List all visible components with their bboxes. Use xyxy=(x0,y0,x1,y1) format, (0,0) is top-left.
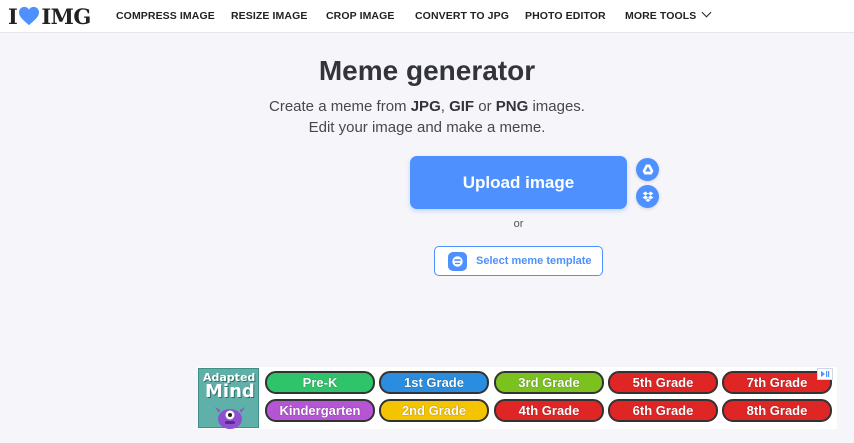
grade-button-3rd[interactable]: 3rd Grade xyxy=(494,371,604,394)
format-png: PNG xyxy=(495,98,529,115)
chevron-down-icon xyxy=(701,7,712,18)
subtitle-prefix: Create a meme from xyxy=(269,98,411,115)
subtitle-line-1: Create a meme from JPG, GIF or PNG image… xyxy=(0,96,854,117)
logo-letter-i: I xyxy=(8,3,18,29)
nav-more-tools-label: MORE TOOLS xyxy=(625,10,697,22)
upload-image-button[interactable]: Upload image xyxy=(410,156,627,209)
page-title: Meme generator xyxy=(318,55,536,86)
adapted-mind-logo[interactable]: Adapted Mind xyxy=(198,368,259,429)
subtitle-line-2: Edit your image and make a meme. xyxy=(308,119,546,136)
grade-button-2nd[interactable]: 2nd Grade xyxy=(379,399,489,422)
grade-button-1st[interactable]: 1st Grade xyxy=(379,371,489,394)
monster-mascot-icon xyxy=(215,407,245,429)
ad-logo-line-2: Mind xyxy=(205,381,255,402)
logo-text-img: IMG xyxy=(41,3,91,29)
subtitle-sep-1: , xyxy=(440,98,450,115)
ilovimg-logo[interactable]: I IMG xyxy=(8,3,91,29)
select-meme-template-label: Select meme template xyxy=(476,255,592,267)
ad-choices-icon[interactable] xyxy=(817,368,833,380)
grade-button-4th[interactable]: 4th Grade xyxy=(494,399,604,422)
format-gif: GIF xyxy=(449,98,475,115)
select-meme-template-button[interactable]: Select meme template xyxy=(434,246,603,276)
grade-button-6th[interactable]: 6th Grade xyxy=(608,399,718,422)
page-subtitle: Create a meme from JPG, GIF or PNG image… xyxy=(0,96,854,138)
nav-resize-image[interactable]: RESIZE IMAGE xyxy=(231,10,307,22)
heart-icon xyxy=(19,6,40,26)
dropbox-button[interactable] xyxy=(636,185,659,208)
grade-button-8th[interactable]: 8th Grade xyxy=(722,399,832,422)
grade-button-pre-k[interactable]: Pre-K xyxy=(265,371,375,394)
dropbox-icon xyxy=(642,191,653,202)
grade-button-5th[interactable]: 5th Grade xyxy=(608,371,718,394)
meme-face-icon xyxy=(448,251,467,271)
ad-banner[interactable]: Adapted Mind Pre-K 1st Grade 3rd Grade 5… xyxy=(198,367,837,429)
nav-more-tools[interactable]: MORE TOOLS xyxy=(625,7,712,22)
grade-button-kindergarten[interactable]: Kindergarten xyxy=(265,399,375,422)
google-drive-icon xyxy=(642,164,653,175)
grade-button-7th[interactable]: 7th Grade xyxy=(722,371,832,394)
nav-photo-editor[interactable]: PHOTO EDITOR xyxy=(525,10,606,22)
subtitle-sep-2: or xyxy=(474,98,496,115)
or-separator: or xyxy=(513,218,524,230)
top-header: I IMG COMPRESS IMAGE RESIZE IMAGE CROP I… xyxy=(0,0,854,33)
nav-crop-image[interactable]: CROP IMAGE xyxy=(326,10,394,22)
subtitle-suffix: images. xyxy=(528,98,585,115)
nav-compress-image[interactable]: COMPRESS IMAGE xyxy=(116,10,215,22)
format-jpg: JPG xyxy=(410,98,441,115)
nav-convert-to-jpg[interactable]: CONVERT TO JPG xyxy=(415,10,509,22)
google-drive-button[interactable] xyxy=(636,158,659,181)
